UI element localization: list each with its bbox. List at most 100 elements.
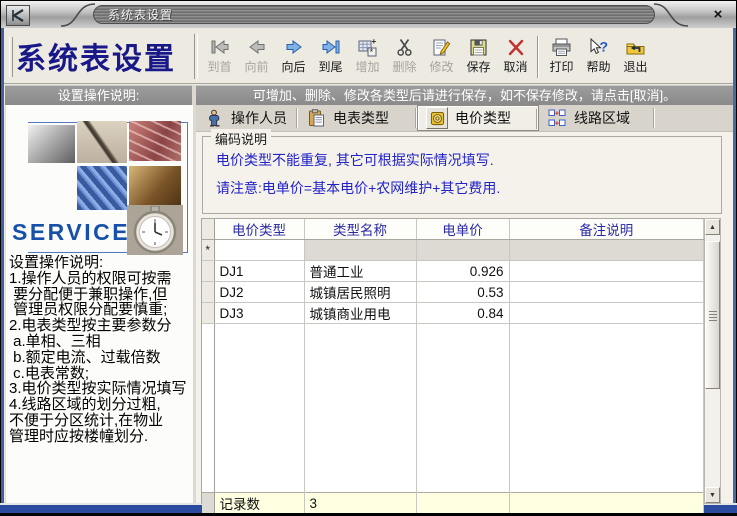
groupbox-note-line: 请注意:电单价=基本电价+农网维护+其它费用. — [216, 178, 500, 198]
grid-cell-name[interactable]: 城镇居民照明 — [304, 282, 416, 303]
grid-header-row: 电价类型 类型名称 电单价 备注说明 — [202, 219, 704, 240]
grid-cell[interactable] — [304, 240, 416, 261]
row-selector[interactable] — [202, 282, 214, 303]
scrollbar-grip — [709, 311, 717, 321]
go-last-button[interactable]: 到尾 — [312, 33, 349, 81]
column-header: 电单价 — [416, 219, 509, 240]
service-wordmark: SERVICE — [12, 219, 130, 246]
record-count-label: 记录数 — [214, 493, 304, 514]
grid-cell-name[interactable]: 普通工业 — [304, 261, 416, 282]
scroll-down-button[interactable]: ▼ — [705, 487, 720, 503]
add-record-icon: +* — [358, 35, 378, 59]
instructions-text: 设置操作说明: 1.操作人员的权限可按需 要分配便于兼职操作,但 管理员权限分配… — [9, 255, 193, 499]
row-selector[interactable] — [202, 261, 214, 282]
grid-cell-editor[interactable] — [214, 240, 304, 261]
meter-clipboard-icon — [306, 108, 326, 128]
tab-line-areas[interactable]: ++ 线路区域 — [539, 105, 655, 131]
tab-price-types[interactable]: 电价类型 — [417, 105, 539, 131]
grid-cell-type[interactable]: DJ1 — [214, 261, 304, 282]
delete-record-button: 删除 — [386, 33, 423, 81]
print-icon — [551, 35, 572, 59]
toolbar: 系统表设置 到首 向前 向后 到尾 — [4, 29, 733, 84]
add-record-button: +* 增加 — [349, 33, 386, 81]
page-title: 系统表设置 — [16, 34, 192, 78]
grid-cell[interactable] — [416, 240, 509, 261]
exit-button[interactable]: 退出 — [617, 33, 654, 81]
exit-icon — [625, 35, 646, 59]
coding-notes-groupbox: 编码说明 电价类型不能重复, 其它可根据实际情况填写. 请注意:电单价=基本电价… — [202, 136, 722, 214]
cancel-icon — [507, 35, 525, 59]
collage-photo-pen — [77, 121, 127, 163]
tabbar: 操作人员 电表类型 电价类型 ++ 线路区域 — [196, 105, 733, 132]
record-count-value: 3 — [304, 493, 416, 514]
collage-frame-line — [187, 122, 188, 253]
grid-empty-area — [202, 324, 704, 493]
collage-photo-pocket-watch — [127, 205, 183, 255]
collage-photo-tool — [28, 125, 75, 163]
svg-text:*: * — [369, 47, 373, 57]
collage-photo-keyboard — [77, 166, 127, 210]
new-row-marker: * — [202, 240, 214, 261]
column-header: 电价类型 — [214, 219, 304, 240]
main-panel: 操作人员 电表类型 电价类型 ++ 线路区域 编 — [196, 105, 733, 503]
svg-text:+: + — [371, 38, 376, 46]
grid-row: DJ2 城镇居民照明 0.53 — [202, 282, 704, 303]
titlebar[interactable]: 系统表设置 × — [1, 1, 736, 29]
column-header: 类型名称 — [304, 219, 416, 240]
grid-cell-type[interactable]: DJ2 — [214, 282, 304, 303]
save-button[interactable]: 保存 — [460, 33, 497, 81]
go-last-icon — [320, 35, 342, 59]
scroll-up-button[interactable]: ▲ — [705, 219, 720, 235]
go-next-button[interactable]: 向后 — [275, 33, 312, 81]
row-selector-header — [202, 219, 214, 240]
sidebar: SERVICE 设置操作说明: 1.操作人员的权限可按需 要分配便于兼职操作,但… — [5, 105, 193, 503]
price-type-grid: 电价类型 类型名称 电单价 备注说明 * DJ1 普通工业 0.926 — [201, 218, 704, 504]
close-button[interactable]: × — [706, 5, 730, 24]
new-record-row: * — [202, 240, 704, 261]
cancel-button[interactable]: 取消 — [497, 33, 534, 81]
grid-cell-note[interactable] — [509, 303, 704, 324]
line-area-grid-icon: ++ — [547, 108, 567, 128]
sidebar-header: 设置操作说明: — [5, 85, 192, 106]
row-selector[interactable] — [202, 303, 214, 324]
save-icon — [469, 35, 488, 59]
grid-cell-note[interactable] — [509, 261, 704, 282]
grid-footer-row: 记录数 3 — [202, 493, 704, 514]
window-title[interactable]: 系统表设置 — [93, 5, 655, 24]
grid-cell-price[interactable]: 0.926 — [416, 261, 509, 282]
go-first-button: 到首 — [201, 33, 238, 81]
go-first-icon — [209, 35, 231, 59]
grid-cell-price[interactable]: 0.84 — [416, 303, 509, 324]
operator-person-icon — [204, 108, 224, 128]
svg-text:+: + — [555, 109, 560, 118]
svg-text:?: ? — [600, 38, 609, 54]
column-header: 备注说明 — [509, 219, 704, 240]
groupbox-note-line: 电价类型不能重复, 其它可根据实际情况填写. — [216, 150, 494, 170]
window-frame-right — [733, 28, 736, 504]
help-icon: ? — [588, 35, 609, 59]
tab-operators[interactable]: 操作人员 — [196, 105, 298, 131]
toolbar-separator — [194, 34, 198, 79]
grid-cell-name[interactable]: 城镇商业用电 — [304, 303, 416, 324]
tab-meter-types[interactable]: 电表类型 — [298, 105, 417, 131]
grid-cell-price[interactable]: 0.53 — [416, 282, 509, 303]
collage-photo-hand — [129, 166, 181, 210]
scrollbar-thumb[interactable] — [705, 241, 720, 389]
grid-row: DJ1 普通工业 0.926 — [202, 261, 704, 282]
window-frame-left — [1, 28, 4, 504]
edit-record-icon — [432, 35, 451, 59]
groupbox-title: 编码说明 — [211, 129, 271, 148]
go-next-icon — [284, 35, 304, 59]
help-button[interactable]: ? 帮助 — [580, 33, 617, 81]
info-bar: 可增加、删除、修改各类型后请进行保存，如不保存修改，请点击[取消]。 — [196, 85, 733, 106]
delete-record-icon — [396, 35, 414, 59]
go-previous-icon — [247, 35, 267, 59]
price-coin-book-icon — [426, 107, 448, 129]
grid-cell[interactable] — [509, 240, 704, 261]
grid-cell-note[interactable] — [509, 282, 704, 303]
go-previous-button: 向前 — [238, 33, 275, 81]
grid-cell-type[interactable]: DJ3 — [214, 303, 304, 324]
vertical-scrollbar[interactable]: ▲ ▼ — [704, 218, 721, 504]
svg-text:+: + — [555, 119, 560, 127]
print-button[interactable]: 打印 — [543, 33, 580, 81]
